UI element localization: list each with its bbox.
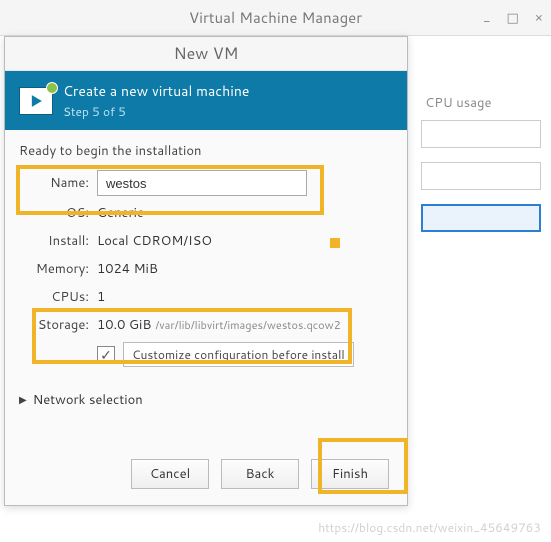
main-window-title: Virtual Machine Manager (189, 7, 362, 28)
cpu-usage-header: CPU usage (421, 44, 541, 120)
network-selection-expander[interactable]: ▶ Network selection (19, 391, 393, 409)
monitor-play-icon (19, 87, 53, 115)
cpus-value: 1 (97, 288, 105, 306)
name-label: Name: (19, 174, 89, 192)
storage-path: /var/lib/libvirt/images/westos.qcow2 (155, 317, 340, 333)
customize-checkbox[interactable]: ✓ (97, 346, 115, 364)
memory-label: Memory: (19, 260, 89, 278)
storage-size: 10.0 GiB (97, 316, 151, 334)
cpu-usage-row-selected[interactable] (421, 204, 541, 232)
check-icon: ✓ (100, 345, 112, 365)
minimize-button[interactable]: _ (483, 9, 490, 27)
back-button[interactable]: Back (221, 459, 299, 489)
dialog-header: Create a new virtual machine Step 5 of 5 (5, 71, 407, 130)
dialog-title: New VM (5, 37, 407, 71)
chevron-right-icon: ▶ (19, 393, 27, 407)
memory-value: 1024 MiB (97, 260, 158, 278)
new-vm-dialog: New VM Create a new virtual machine Step… (4, 36, 408, 506)
os-value: Generic (97, 204, 143, 222)
new-badge-icon (46, 82, 58, 94)
network-selection-label: Network selection (33, 391, 143, 409)
name-input[interactable] (97, 170, 307, 196)
customize-label: Customize configuration before install (123, 342, 354, 367)
cpu-usage-row[interactable] (421, 120, 541, 148)
ready-text: Ready to begin the installation (19, 142, 393, 160)
install-value: Local CDROM/ISO (97, 232, 212, 250)
finish-button[interactable]: Finish (311, 459, 389, 489)
cancel-button[interactable]: Cancel (131, 459, 209, 489)
os-label: OS: (19, 204, 89, 222)
install-label: Install: (19, 232, 89, 250)
cpu-usage-row[interactable] (421, 162, 541, 190)
maximize-button[interactable]: □ (506, 9, 518, 27)
storage-label: Storage: (19, 316, 89, 334)
dialog-step-text: Step 5 of 5 (63, 103, 249, 120)
main-window-titlebar: Virtual Machine Manager _ □ × (0, 0, 551, 36)
close-button[interactable]: × (535, 9, 543, 27)
cpus-label: CPUs: (19, 288, 89, 306)
dialog-header-title: Create a new virtual machine (63, 81, 249, 101)
